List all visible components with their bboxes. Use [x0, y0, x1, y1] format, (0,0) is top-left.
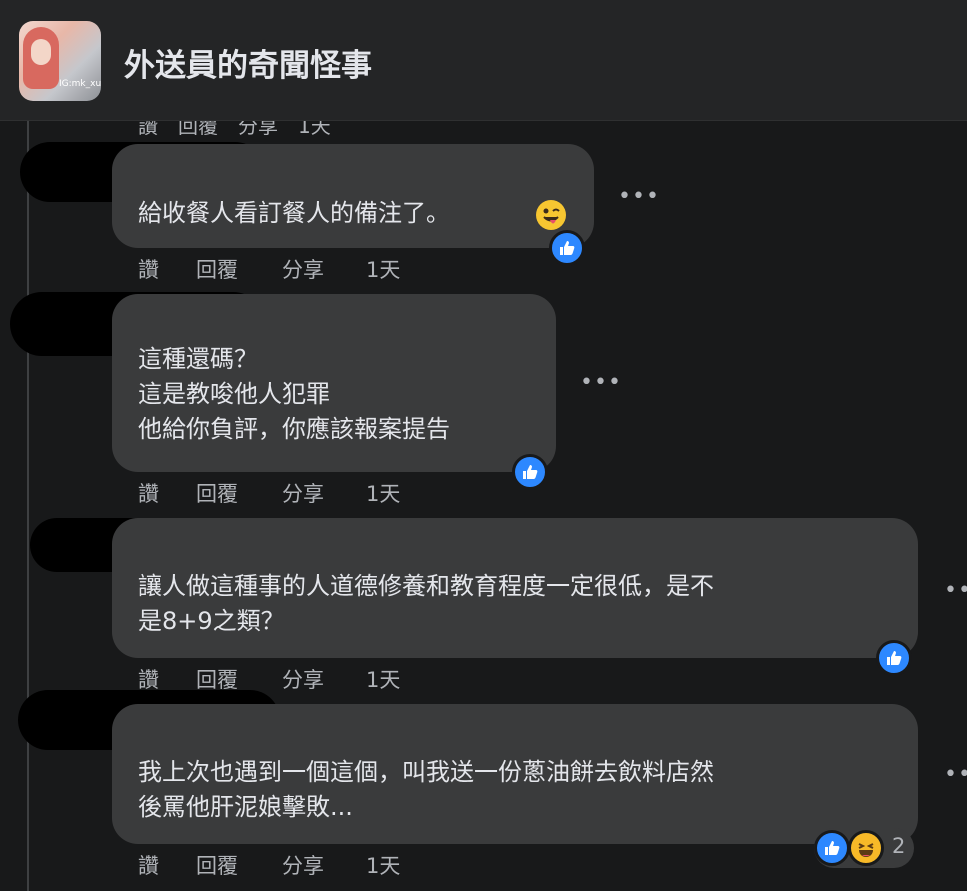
comment-more-options-button[interactable]: ••• — [618, 186, 660, 208]
comment-bubble[interactable]: 讓人做這種事的人道德修養和教育程度一定很低，是不 是8+9之類？ — [112, 518, 918, 658]
like-button[interactable]: 讚 — [138, 254, 159, 284]
timestamp[interactable]: 1天 — [366, 850, 400, 880]
comment-bubble[interactable]: 我上次也遇到一個這個，叫我送一份蔥油餅去飲料店然 後罵他肝泥娘擊敗... — [112, 704, 918, 844]
tongue-out-wink-emoji — [536, 200, 566, 230]
reply-button[interactable]: 回覆 — [196, 850, 238, 880]
thumbs-up-icon — [560, 241, 575, 255]
comment-text: 讓人做這種事的人道德修養和教育程度一定很低，是不 是8+9之類？ — [138, 572, 714, 635]
thumbs-up-icon — [523, 465, 538, 479]
thumbs-up-icon — [825, 841, 840, 855]
reply-button[interactable]: 回覆 — [196, 478, 238, 508]
share-button[interactable]: 分享 — [282, 254, 324, 284]
reaction-count: 2 — [892, 834, 906, 858]
comment-bubble[interactable]: 這種還碼？ 這是教唆他人犯罪 他給你負評，你應該報案提告 — [112, 294, 556, 472]
comment-more-options-button[interactable]: ••• — [944, 764, 967, 786]
comment-more-options-button[interactable]: ••• — [580, 372, 622, 394]
avatar-face-shape — [31, 39, 51, 65]
share-button[interactable]: 分享 — [282, 478, 324, 508]
group-header: IG:mk_xup 外送員的奇聞怪事 — [0, 0, 967, 121]
like-reaction-badge — [814, 830, 850, 866]
like-button[interactable]: 讚 — [138, 478, 159, 508]
avatar-watermark: IG:mk_xup — [59, 79, 101, 89]
timestamp[interactable]: 1天 — [366, 254, 400, 284]
like-reaction-badge[interactable] — [876, 640, 912, 676]
share-button[interactable]: 分享 — [282, 850, 324, 880]
haha-reaction-badge — [848, 830, 884, 866]
thread-line — [27, 120, 29, 891]
like-button[interactable]: 讚 — [138, 850, 159, 880]
like-reaction-badge[interactable] — [549, 230, 585, 266]
like-reaction-badge[interactable] — [512, 454, 548, 490]
share-button[interactable]: 分享 — [282, 664, 324, 694]
group-title[interactable]: 外送員的奇聞怪事 — [124, 40, 372, 85]
reply-button[interactable]: 回覆 — [196, 254, 238, 284]
group-avatar[interactable]: IG:mk_xup — [19, 21, 101, 101]
laughing-face-icon — [858, 843, 874, 857]
timestamp[interactable]: 1天 — [366, 664, 400, 694]
comment-bubble[interactable]: 給收餐人看訂餐人的備注了。 — [112, 144, 594, 248]
comment-text: 這種還碼？ 這是教唆他人犯罪 他給你負評，你應該報案提告 — [138, 345, 450, 443]
comment-text: 給收餐人看訂餐人的備注了。 — [138, 199, 450, 227]
comment-more-options-button[interactable]: ••• — [944, 580, 967, 602]
comment-text: 我上次也遇到一個這個，叫我送一份蔥油餅去飲料店然 後罵他肝泥娘擊敗... — [138, 758, 714, 821]
thumbs-up-icon — [887, 651, 902, 665]
timestamp[interactable]: 1天 — [366, 478, 400, 508]
